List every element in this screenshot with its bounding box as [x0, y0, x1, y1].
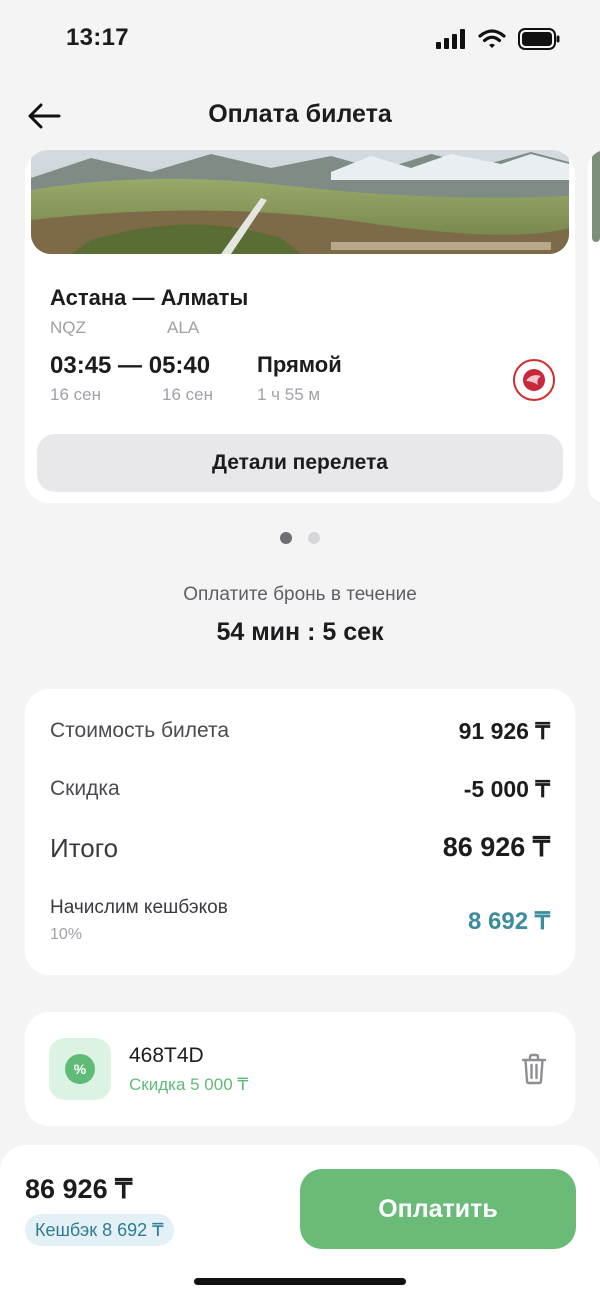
navigation-header: Оплата билета: [0, 88, 600, 144]
status-bar: 13:17: [0, 0, 600, 80]
promo-icon-box: %: [49, 1038, 111, 1100]
discount-label: Скидка: [50, 777, 120, 800]
percent-icon: %: [65, 1054, 95, 1084]
departure-date: 16 сен: [50, 385, 101, 404]
flight-details-button[interactable]: Детали перелета: [37, 434, 563, 492]
page-title: Оплата билета: [208, 100, 392, 128]
carousel-dot-1[interactable]: [280, 532, 292, 544]
promo-code: 468T4D: [129, 1044, 204, 1067]
checkout-bar: 86 926 ₸ Кешбэк 8 692 ₸ Оплатить: [0, 1145, 600, 1297]
checkout-total: 86 926 ₸: [25, 1174, 133, 1204]
payment-timer-label: Оплатите бронь в течение: [183, 584, 417, 605]
ticket-price-value: 91 926 ₸: [458, 718, 550, 744]
status-time: 13:17: [66, 24, 129, 51]
promo-discount: Скидка 5 000 ₸: [129, 1075, 249, 1094]
flight-card[interactable]: Астана — Алматы NQZ ALA 03:45 — 05:40 Пр…: [25, 150, 575, 503]
trash-icon: [521, 1053, 547, 1085]
departure-airport-code: NQZ: [50, 318, 86, 337]
home-indicator[interactable]: [194, 1278, 406, 1285]
flight-duration: 1 ч 55 м: [257, 385, 321, 404]
carousel-dot-2[interactable]: [308, 532, 320, 544]
price-breakdown-card: Стоимость билета 91 926 ₸ Скидка -5 000 …: [25, 689, 575, 975]
arrival-date: 16 сен: [162, 385, 213, 404]
battery-icon: [518, 28, 560, 55]
cashback-value: 8 692 ₸: [468, 908, 550, 935]
total-value: 86 926 ₸: [442, 832, 550, 862]
flight-route: Астана — Алматы: [50, 285, 249, 310]
status-icons: [436, 28, 560, 55]
cashback-percent: 10%: [50, 926, 83, 943]
remove-promo-button[interactable]: [517, 1050, 551, 1088]
promo-code-card: % 468T4D Скидка 5 000 ₸: [25, 1012, 575, 1126]
flight-times: 03:45 — 05:40: [50, 352, 211, 379]
arrival-airport-code: ALA: [167, 318, 200, 337]
cashback-label: Начислим кешбэков: [50, 897, 228, 918]
payment-timer: 54 мин : 5 сек: [216, 618, 384, 646]
pay-button[interactable]: Оплатить: [300, 1169, 576, 1249]
cellular-signal-icon: [436, 29, 466, 54]
ticket-price-label: Стоимость билета: [50, 719, 230, 742]
flight-stops: Прямой: [257, 352, 342, 377]
wifi-icon: [478, 29, 506, 54]
carousel-pagination: [0, 532, 600, 544]
next-flight-card-preview[interactable]: [588, 150, 600, 503]
total-label: Итого: [50, 833, 119, 863]
cashback-badge: Кешбэк 8 692 ₸: [25, 1214, 174, 1246]
discount-value: -5 000 ₸: [463, 776, 550, 802]
airline-logo-icon: [513, 359, 555, 401]
destination-photo: [31, 150, 569, 254]
